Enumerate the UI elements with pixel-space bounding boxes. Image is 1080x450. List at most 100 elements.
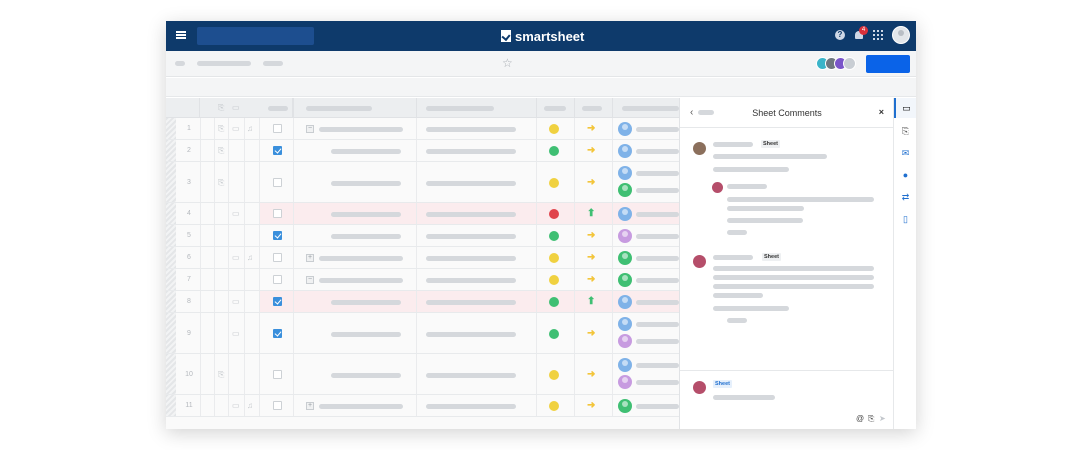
cell-text-placeholder[interactable]	[426, 372, 516, 378]
expand-collapse-toggle[interactable]: −	[306, 125, 314, 133]
status-indicator[interactable]	[549, 177, 559, 188]
cell-text-placeholder[interactable]	[426, 234, 516, 239]
cell-text-placeholder[interactable]	[331, 149, 401, 154]
user-avatar[interactable]	[892, 26, 910, 44]
toolbar-placeholder[interactable]	[263, 61, 283, 66]
assignee-avatar[interactable]	[618, 358, 632, 372]
cell-text-placeholder[interactable]	[319, 127, 403, 132]
assignee-avatar[interactable]	[618, 317, 632, 331]
status-indicator[interactable]	[549, 253, 559, 263]
status-indicator[interactable]	[549, 401, 559, 411]
attachment-icon[interactable]: ⎘	[868, 414, 874, 424]
cell-text-placeholder[interactable]	[426, 149, 516, 154]
cell-text-placeholder[interactable]	[319, 404, 403, 409]
comment-icon[interactable]: ▭	[232, 209, 240, 218]
cell-text-placeholder[interactable]	[331, 180, 401, 186]
comment-icon[interactable]: ▭	[232, 297, 240, 306]
assignee-avatar[interactable]	[618, 207, 632, 221]
attachment-icon[interactable]: ⎘	[218, 370, 224, 380]
row-checkbox[interactable]	[273, 297, 282, 306]
trend-arrow-icon[interactable]: ➜	[587, 400, 595, 411]
app-launcher-icon[interactable]	[873, 30, 883, 40]
row-checkbox[interactable]	[273, 275, 282, 284]
reminder-bell-icon[interactable]: ♫	[247, 124, 253, 133]
cell-text-placeholder[interactable]	[331, 331, 401, 337]
assignee-avatar[interactable]	[618, 251, 632, 265]
status-indicator[interactable]	[549, 297, 559, 307]
assignee-avatar[interactable]	[618, 295, 632, 309]
row-checkbox[interactable]	[273, 209, 282, 218]
trend-arrow-icon[interactable]: ➜	[587, 230, 595, 241]
comment-icon[interactable]: ▭	[232, 124, 240, 133]
status-indicator[interactable]	[549, 124, 559, 134]
reply-link-placeholder[interactable]	[727, 230, 747, 235]
row-checkbox[interactable]	[273, 253, 282, 262]
assignee-avatar[interactable]	[618, 183, 632, 197]
share-button[interactable]	[866, 55, 910, 73]
status-indicator[interactable]	[549, 209, 559, 219]
attachments-icon[interactable]: ⎘	[900, 126, 911, 137]
status-indicator[interactable]	[549, 146, 559, 156]
mention-icon[interactable]: @	[856, 414, 864, 423]
row-checkbox[interactable]	[273, 328, 282, 338]
reply-link-placeholder[interactable]	[727, 318, 747, 323]
row-drag-handle[interactable]	[166, 269, 176, 290]
trend-arrow-icon[interactable]: ➜	[587, 123, 595, 134]
status-indicator[interactable]	[549, 275, 559, 285]
table-row[interactable]: 5 ➜	[166, 225, 679, 247]
row-drag-handle[interactable]	[166, 395, 176, 416]
row-drag-handle[interactable]	[166, 247, 176, 268]
expand-collapse-toggle[interactable]: −	[306, 276, 314, 284]
cell-text-placeholder[interactable]	[426, 127, 516, 132]
trend-arrow-icon[interactable]: ➜	[587, 328, 595, 339]
assignee-avatar[interactable]	[618, 229, 632, 243]
assignee-avatar[interactable]	[618, 166, 632, 180]
status-indicator[interactable]	[549, 231, 559, 241]
row-checkbox[interactable]	[273, 231, 282, 240]
summary-icon[interactable]: ▯	[900, 214, 911, 225]
trend-arrow-icon[interactable]: ➜	[587, 369, 595, 380]
row-checkbox[interactable]	[273, 146, 282, 155]
cell-text-placeholder[interactable]	[331, 212, 401, 217]
cell-text-placeholder[interactable]	[331, 300, 401, 305]
smartsheet-logo[interactable]: smartsheet	[501, 28, 584, 44]
row-checkbox[interactable]	[273, 401, 282, 410]
attachment-icon[interactable]: ⎘	[218, 124, 224, 134]
send-icon[interactable]: ➤	[879, 414, 886, 423]
help-icon[interactable]: ?	[835, 30, 845, 40]
assignee-avatar[interactable]	[618, 122, 632, 136]
connections-icon[interactable]: ⇄	[900, 192, 911, 203]
notification-bell-icon[interactable]: 4	[854, 26, 868, 40]
cell-text-placeholder[interactable]	[426, 404, 516, 409]
trend-arrow-icon[interactable]: ➜	[587, 177, 595, 188]
search-input[interactable]	[197, 27, 314, 45]
row-drag-handle[interactable]	[166, 225, 176, 246]
table-row[interactable]: 4 ▭ ⬆	[166, 203, 679, 225]
menu-icon[interactable]	[176, 31, 186, 39]
assignee-avatar[interactable]	[618, 399, 632, 413]
table-row[interactable]: 2 ⎘ ➜	[166, 140, 679, 162]
table-row[interactable]: 7 − ➜	[166, 269, 679, 291]
status-indicator[interactable]	[549, 369, 559, 380]
collaborator-avatars[interactable]	[816, 57, 856, 70]
assignee-avatar[interactable]	[618, 144, 632, 158]
row-drag-handle[interactable]	[166, 291, 176, 312]
trend-arrow-icon[interactable]: ⬆	[587, 296, 595, 307]
table-row[interactable]: 11 ▭ ♫ + ➜	[166, 395, 679, 417]
row-drag-handle[interactable]	[166, 203, 176, 224]
comment-icon[interactable]: ▭	[232, 329, 240, 338]
comments-icon[interactable]: ▭	[894, 98, 916, 118]
expand-collapse-toggle[interactable]: +	[306, 254, 314, 262]
cell-text-placeholder[interactable]	[426, 212, 516, 217]
trend-arrow-icon[interactable]: ⬆	[587, 208, 595, 219]
status-indicator[interactable]	[549, 328, 559, 339]
cell-text-placeholder[interactable]	[426, 331, 516, 337]
updates-icon[interactable]: ✉	[900, 148, 911, 159]
row-drag-handle[interactable]	[166, 354, 176, 394]
reminder-bell-icon[interactable]: ♫	[247, 401, 253, 410]
comment-icon[interactable]: ▭	[232, 253, 240, 262]
row-drag-handle[interactable]	[166, 140, 176, 161]
assignee-avatar[interactable]	[618, 273, 632, 287]
table-row[interactable]: 10 ⎘ ➜	[166, 354, 679, 395]
reminder-bell-icon[interactable]: ♫	[247, 253, 253, 262]
